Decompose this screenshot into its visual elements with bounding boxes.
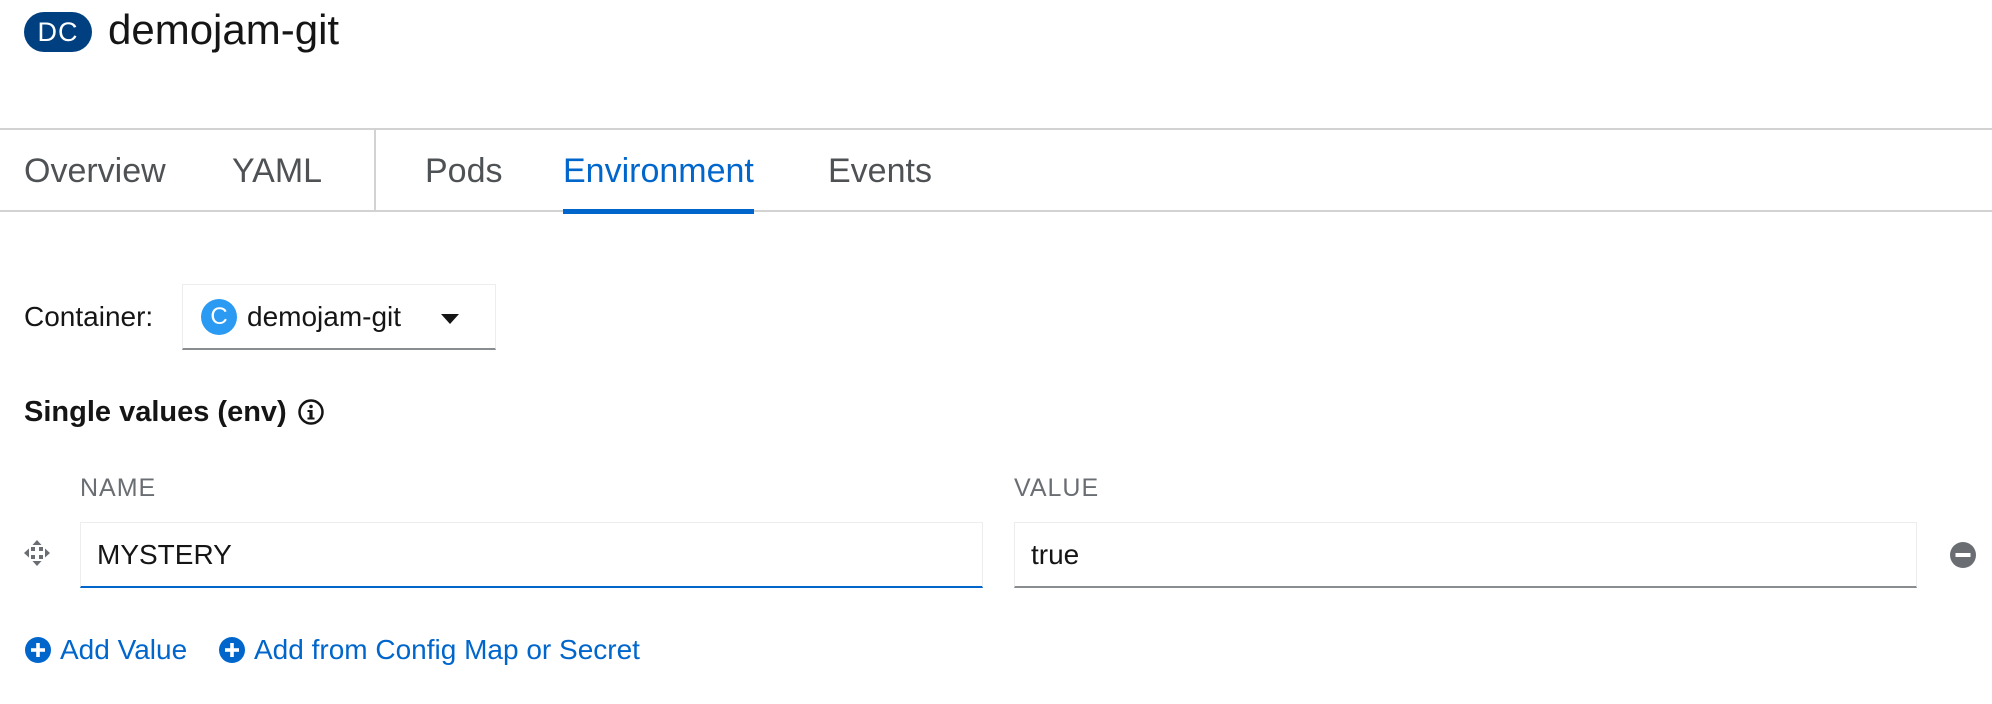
caret-down-icon (441, 314, 459, 324)
tab-overview[interactable]: Overview (24, 130, 166, 212)
page: DC demojam-git Overview YAML Pods Enviro… (0, 0, 1992, 704)
page-title: demojam-git (108, 6, 340, 53)
container-dropdown-value: demojam-git (247, 300, 402, 332)
tab-divider (374, 130, 376, 212)
resource-kind-badge: DC (24, 12, 92, 52)
minus-circle-icon[interactable] (1948, 540, 1978, 570)
info-circle-icon[interactable] (297, 398, 325, 426)
tab-yaml[interactable]: YAML (232, 130, 322, 212)
plus-circle-icon (219, 637, 245, 663)
container-selector-row: Container: C demojam-git (24, 284, 496, 350)
container-dropdown[interactable]: C demojam-git (182, 284, 496, 350)
tab-bar: Overview YAML Pods Environment Events (0, 128, 1992, 214)
plus-circle-icon (25, 637, 51, 663)
add-value-button[interactable]: Add Value (24, 630, 187, 670)
add-from-config-map-label: Add from Config Map or Secret (254, 634, 640, 665)
env-section-title: Single values (env) (24, 392, 325, 432)
tab-events[interactable]: Events (828, 130, 932, 212)
env-value-input[interactable] (1014, 522, 1917, 588)
column-header-value: VALUE (1014, 474, 1100, 502)
drag-handle-icon[interactable] (22, 538, 52, 568)
resource-header: DC demojam-git (24, 0, 339, 60)
container-label: Container: (24, 301, 154, 332)
tab-pods[interactable]: Pods (425, 130, 503, 212)
env-name-input[interactable] (80, 522, 983, 588)
tab-environment[interactable]: Environment (563, 130, 754, 214)
add-from-config-map-button[interactable]: Add from Config Map or Secret (218, 630, 640, 670)
column-header-name: NAME (80, 474, 157, 502)
add-value-label: Add Value (60, 634, 188, 665)
env-section-title-text: Single values (env) (24, 395, 287, 428)
container-badge: C (201, 298, 237, 335)
